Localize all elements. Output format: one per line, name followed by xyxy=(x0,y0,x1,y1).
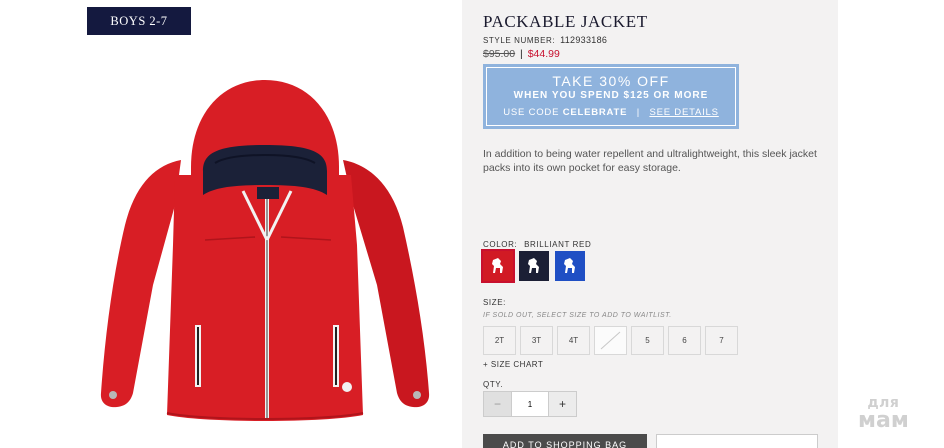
style-number: STYLE NUMBER: 112933186 xyxy=(483,35,607,45)
price: $95.00 | $44.99 xyxy=(483,48,560,60)
promo-code-row: USE CODE CELEBRATE | SEE DETAILS xyxy=(503,105,719,121)
quantity-decrease-button[interactable]: − xyxy=(484,392,511,416)
style-number-value: 112933186 xyxy=(560,35,608,45)
price-separator: | xyxy=(520,48,523,60)
style-number-label: STYLE NUMBER: xyxy=(483,36,556,45)
promo-headline: TAKE 30% OFF xyxy=(552,72,670,89)
quantity-input[interactable] xyxy=(511,392,549,416)
color-label-text: COLOR: xyxy=(483,240,518,249)
size-option-unavailable[interactable] xyxy=(594,326,627,355)
color-value: BRILLIANT RED xyxy=(524,240,592,249)
watermark-logo: для мам xyxy=(858,396,909,432)
size-option-4t[interactable]: 4T xyxy=(557,326,590,355)
polo-pony-icon xyxy=(528,258,539,273)
quantity-label: QTY. xyxy=(483,380,504,389)
promo-banner: TAKE 30% OFF WHEN YOU SPEND $125 OR MORE… xyxy=(483,64,739,129)
watermark-line2: мам xyxy=(858,408,909,433)
size-chart-link[interactable]: + SIZE CHART xyxy=(483,360,543,369)
size-option-3t[interactable]: 3T xyxy=(520,326,553,355)
promo-condition: WHEN YOU SPEND $125 OR MORE xyxy=(513,89,709,101)
product-image-jacket[interactable] xyxy=(95,75,445,430)
quantity-stepper: − + xyxy=(483,391,577,417)
sale-price: $44.99 xyxy=(527,48,560,60)
color-swatches xyxy=(481,249,585,283)
add-to-bag-button[interactable]: ADD TO SHOPPING BAG xyxy=(483,434,647,448)
original-price: $95.00 xyxy=(483,48,516,60)
size-option-7[interactable]: 7 xyxy=(705,326,738,355)
size-options: 2T 3T 4T 5 6 7 xyxy=(483,326,738,355)
swatch-brilliant-red[interactable] xyxy=(481,249,515,283)
product-details-panel: PACKABLE JACKET STYLE NUMBER: 112933186 … xyxy=(462,0,838,448)
promo-separator: | xyxy=(636,106,640,118)
swatch-royal-blue[interactable] xyxy=(555,251,585,281)
size-label: SIZE: xyxy=(483,298,507,307)
polo-pony-icon xyxy=(564,258,575,273)
size-option-5[interactable]: 5 xyxy=(631,326,664,355)
product-gallery: BOYS 2-7 xyxy=(0,0,462,448)
promo-use-code: USE CODE xyxy=(503,106,560,118)
color-label: COLOR: BRILLIANT RED xyxy=(483,240,591,249)
product-description: In addition to being water repellent and… xyxy=(483,148,817,174)
product-title: PACKABLE JACKET xyxy=(483,12,648,31)
quantity-increase-button[interactable]: + xyxy=(549,392,576,416)
size-option-6[interactable]: 6 xyxy=(668,326,701,355)
sold-out-slash-icon xyxy=(600,331,621,350)
promo-code: CELEBRATE xyxy=(562,106,628,118)
size-option-2t[interactable]: 2T xyxy=(483,326,516,355)
size-waitlist-note: IF SOLD OUT, SELECT SIZE TO ADD TO WAITL… xyxy=(483,312,672,319)
secondary-action-button[interactable] xyxy=(656,434,818,448)
polo-pony-icon xyxy=(492,258,503,273)
see-details-link[interactable]: SEE DETAILS xyxy=(649,107,718,118)
category-badge: BOYS 2-7 xyxy=(87,7,191,35)
swatch-navy[interactable] xyxy=(519,251,549,281)
